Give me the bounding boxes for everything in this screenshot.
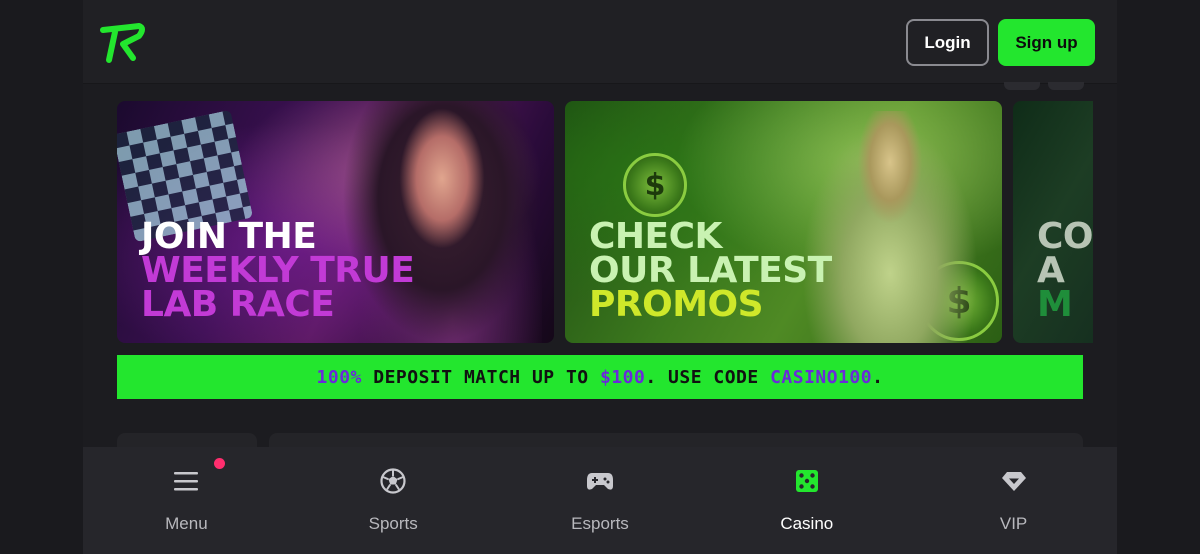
nav-item-casino[interactable]: Casino xyxy=(703,447,910,554)
right-gutter xyxy=(1117,0,1200,554)
brand-logo-icon[interactable] xyxy=(99,20,145,64)
banner-line: OUR LATEST xyxy=(589,250,832,291)
gamepad-icon xyxy=(586,467,614,495)
banner-promos[interactable]: $ $ CHECK OUR LATEST PROMOS xyxy=(565,101,1002,343)
banner-line: M xyxy=(1037,284,1073,325)
banner-line: JOIN THE xyxy=(141,216,317,257)
dice-icon xyxy=(793,467,821,495)
nav-item-vip[interactable]: VIP xyxy=(910,447,1117,554)
carousel-next-tab[interactable] xyxy=(1048,82,1084,90)
nav-label: Menu xyxy=(165,514,208,533)
banner-line: CHECK xyxy=(589,216,722,257)
banner-line: WEEKLY TRUE xyxy=(141,250,415,291)
banner-line: A xyxy=(1037,250,1065,291)
promo-strip[interactable]: 100% DEPOSIT MATCH UP TO $100 . USE CODE… xyxy=(117,355,1083,399)
left-gutter xyxy=(0,0,83,554)
notification-dot xyxy=(214,458,225,469)
nav-label: VIP xyxy=(999,514,1028,533)
menu-icon xyxy=(172,467,200,495)
promo-text: DEPOSIT MATCH UP TO xyxy=(361,366,600,388)
nav-label: Esports xyxy=(571,514,629,533)
nav-item-esports[interactable]: Esports xyxy=(497,447,704,554)
signup-button[interactable]: Sign up xyxy=(998,19,1095,66)
top-header: Login Sign up xyxy=(83,0,1117,84)
promo-text: . USE CODE xyxy=(645,366,771,388)
main-content: Login Sign up JOIN THE WEEKLY TRUE LAB R… xyxy=(83,0,1117,554)
promo-amount: $100 xyxy=(599,366,646,388)
login-button[interactable]: Login xyxy=(906,19,989,66)
banner-line: PROMOS xyxy=(589,284,764,325)
banner-partial-text: CO A M xyxy=(1037,216,1093,325)
nav-label: Casino xyxy=(780,514,834,533)
soccer-ball-icon xyxy=(379,467,407,495)
banner-line: LAB RACE xyxy=(141,284,335,325)
nav-item-sports[interactable]: Sports xyxy=(290,447,497,554)
nav-item-menu[interactable]: Menu xyxy=(83,447,290,554)
dollar-coin-icon: $ xyxy=(623,153,687,217)
banner-line: CO xyxy=(1037,216,1093,257)
nav-label: Sports xyxy=(368,514,418,533)
banner-promos-text: CHECK OUR LATEST PROMOS xyxy=(589,216,832,325)
bottom-navigation: Menu Sports Esports Casino VIP xyxy=(83,447,1117,554)
promo-percent: 100% xyxy=(316,366,362,388)
banner-lab-race[interactable]: JOIN THE WEEKLY TRUE LAB RACE xyxy=(117,101,554,343)
diamond-icon xyxy=(1000,467,1028,495)
promo-text: . xyxy=(872,366,884,388)
banner-lab-race-text: JOIN THE WEEKLY TRUE LAB RACE xyxy=(141,216,415,325)
carousel-prev-tab[interactable] xyxy=(1004,82,1040,90)
banner-partial[interactable]: CO A M xyxy=(1013,101,1093,343)
promo-code: CASINO100 xyxy=(770,366,873,388)
